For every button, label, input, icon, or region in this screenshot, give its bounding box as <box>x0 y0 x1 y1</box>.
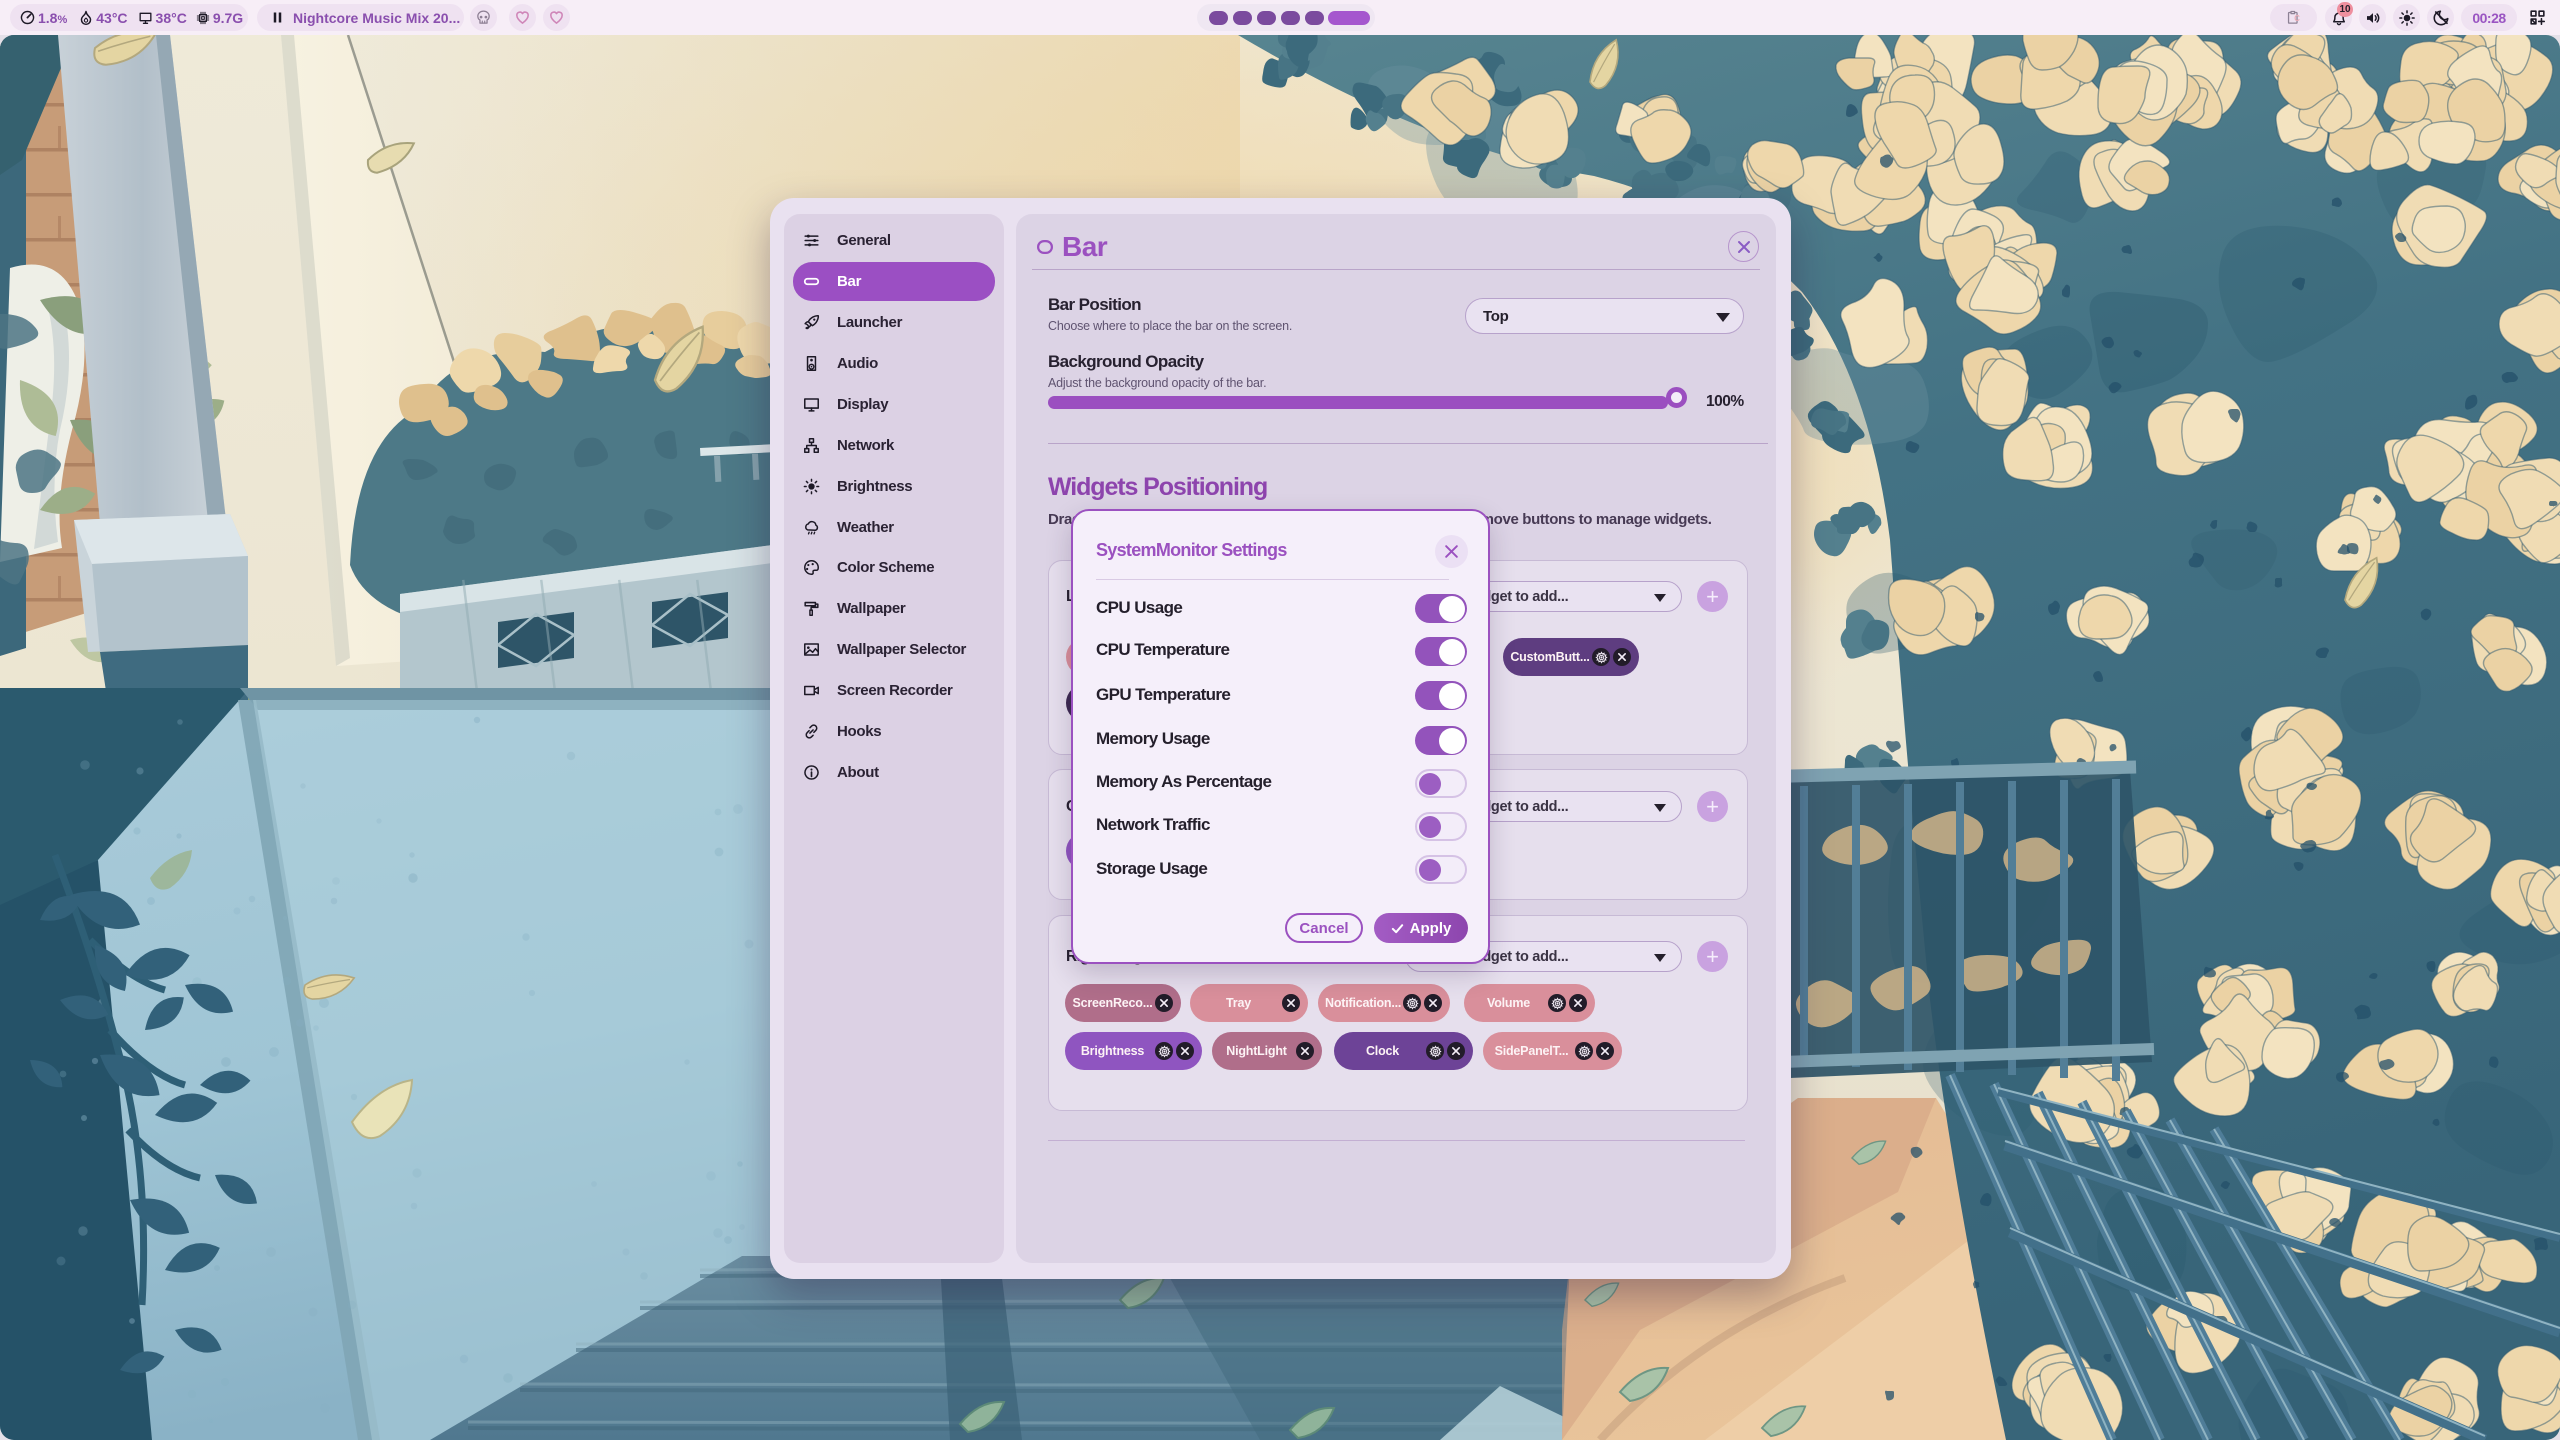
svg-text:C: C <box>2294 14 2300 23</box>
